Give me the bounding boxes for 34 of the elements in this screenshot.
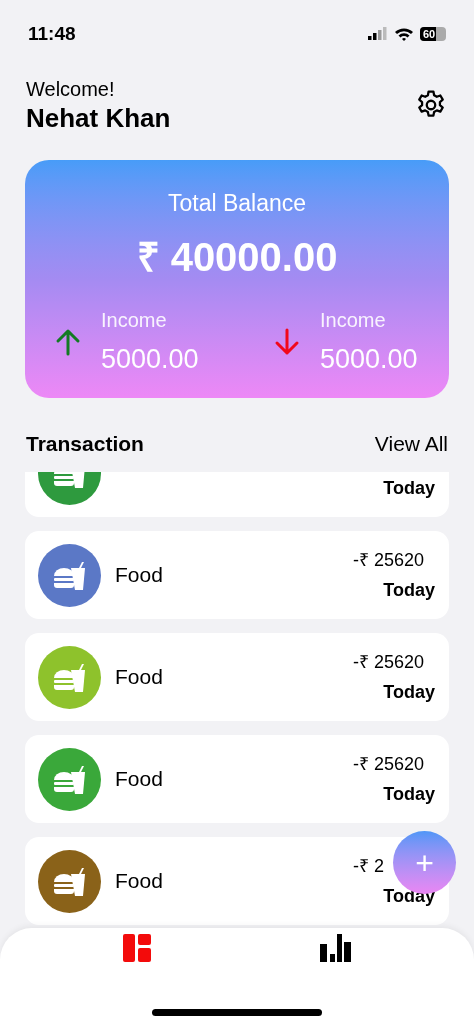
battery-level: 60: [423, 28, 436, 40]
balance-amount: ₹ 40000.00: [136, 233, 338, 281]
up-arrow-icon: [55, 327, 81, 356]
status-time: 11:48: [28, 21, 76, 46]
stat-label: Income: [320, 307, 387, 333]
stat-label: Income: [101, 307, 168, 333]
down-arrow-icon: [274, 327, 300, 356]
transaction-amount: -₹ 25620: [353, 651, 425, 673]
transaction-title: Food: [115, 868, 164, 895]
user-name: Nehat Khan: [26, 102, 171, 134]
transaction-date: Today: [383, 579, 435, 601]
transaction-card[interactable]: Today: [25, 472, 449, 517]
bar-chart-icon: [319, 934, 352, 962]
balance-title: Total Balance: [167, 189, 307, 218]
transaction-title: Food: [115, 766, 164, 793]
signal-icon: [368, 27, 388, 41]
stat-value: 5000.00: [101, 342, 199, 376]
transaction-amount: -₹ 2: [353, 855, 384, 877]
transaction-amount: -₹ 25620: [353, 753, 425, 775]
transaction-date: Today: [383, 477, 435, 499]
view-all-link[interactable]: View All: [374, 428, 448, 460]
transaction-title: Food: [115, 562, 164, 589]
transaction-title: Food: [115, 664, 164, 691]
transaction-card[interactable]: Food -₹ 25620 Today: [25, 735, 449, 823]
transaction-card[interactable]: Food -₹ 25620 Today: [25, 531, 449, 619]
transaction-card[interactable]: Food -₹ 25620 Today: [25, 633, 449, 721]
section-title: Transaction: [26, 431, 144, 457]
stat-value: 5000.00: [320, 342, 418, 376]
transaction-amount: -₹ 25620: [353, 549, 425, 571]
wifi-icon: [394, 27, 414, 41]
chart-tab[interactable]: [319, 934, 352, 962]
transaction-date: Today: [383, 681, 435, 703]
greeting-text: Welcome!: [26, 77, 116, 102]
transaction-date: Today: [383, 783, 435, 805]
